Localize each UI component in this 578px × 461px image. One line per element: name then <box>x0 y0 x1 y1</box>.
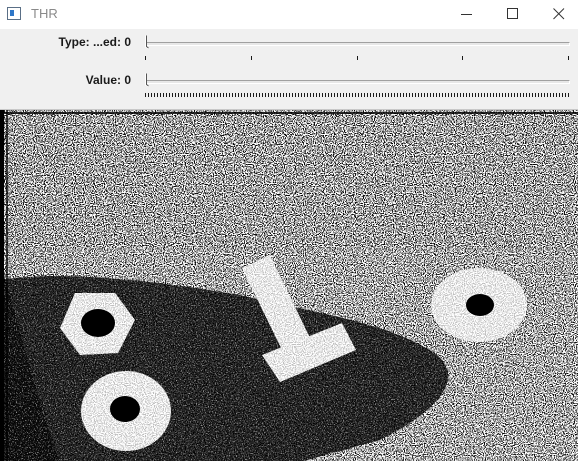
value-trackbar-ticks <box>145 93 570 97</box>
value-trackbar[interactable] <box>146 80 570 84</box>
threshold-image <box>0 109 578 461</box>
type-trackbar-tick <box>357 56 358 60</box>
trackbar-panel: Type: ...ed: 0 Value: 0 <box>0 29 578 109</box>
type-trackbar-tick <box>251 56 252 60</box>
maximize-icon <box>507 8 518 19</box>
threshold-image-canvas <box>0 110 578 461</box>
type-trackbar-tick <box>145 56 146 60</box>
type-trackbar-thumb[interactable] <box>144 35 152 49</box>
type-trackbar-tick <box>568 56 569 60</box>
title-bar: THR <box>0 0 578 30</box>
close-icon <box>553 8 565 20</box>
window-title: THR <box>31 6 58 21</box>
minimize-icon <box>461 14 472 15</box>
type-trackbar-tick <box>462 56 463 60</box>
app-window-icon <box>7 7 21 20</box>
type-trackbar-ticks <box>145 56 570 61</box>
value-trackbar-label: Value: 0 <box>85 73 131 87</box>
minimize-button[interactable] <box>444 0 490 29</box>
maximize-button[interactable] <box>490 0 536 29</box>
type-trackbar[interactable] <box>146 42 570 46</box>
close-button[interactable] <box>536 0 578 29</box>
value-trackbar-thumb[interactable] <box>144 73 152 87</box>
type-trackbar-label: Type: ...ed: 0 <box>58 35 131 49</box>
